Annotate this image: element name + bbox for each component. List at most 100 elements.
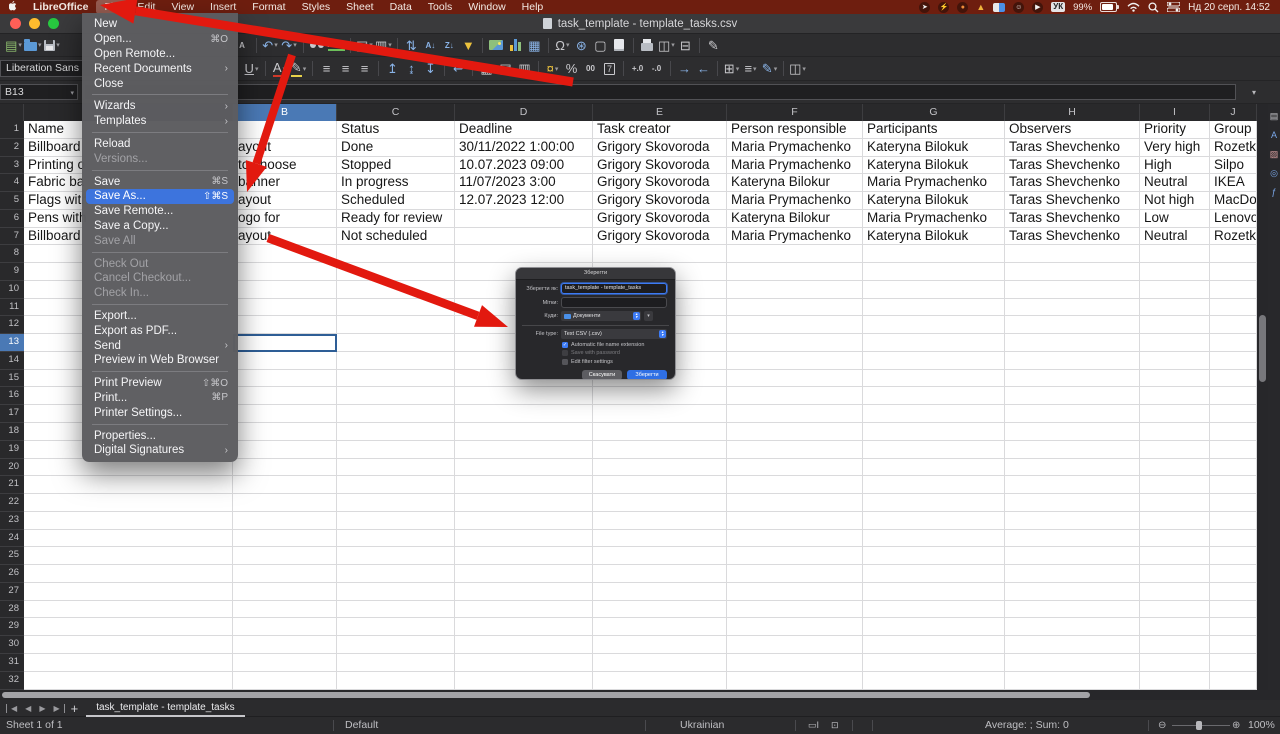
insert-chart-button[interactable] [507, 35, 524, 55]
cell-F27[interactable] [727, 583, 863, 601]
cell-F3[interactable]: Maria Prymachenko [727, 157, 863, 175]
cell-C3[interactable]: Stopped [337, 157, 455, 175]
row-header-2[interactable]: 2 [0, 139, 24, 157]
display-icon[interactable] [993, 3, 1005, 12]
cell-H11[interactable] [1005, 299, 1140, 317]
cell-F18[interactable] [727, 423, 863, 441]
cell-A29[interactable] [24, 618, 233, 636]
cell-J9[interactable] [1210, 263, 1257, 281]
column-header-D[interactable]: D [455, 104, 593, 121]
cell-E21[interactable] [593, 476, 727, 494]
cell-B26[interactable] [233, 565, 337, 583]
sort-descending-button[interactable]: Z↓ [441, 35, 458, 55]
cell-G21[interactable] [863, 476, 1005, 494]
cell-B30[interactable] [233, 636, 337, 654]
cell-H9[interactable] [1005, 263, 1140, 281]
align-top-button[interactable]: ↥ [384, 59, 401, 79]
headers-footers-button[interactable] [611, 35, 628, 55]
cell-E31[interactable] [593, 654, 727, 672]
cell-A21[interactable] [24, 476, 233, 494]
cell-G5[interactable]: Kateryna Bilokuk [863, 192, 1005, 210]
cell-F32[interactable] [727, 672, 863, 690]
cell-I2[interactable]: Very high [1140, 139, 1210, 157]
row-header-29[interactable]: 29 [0, 618, 24, 636]
cell-G28[interactable] [863, 601, 1005, 619]
cell-F12[interactable] [727, 316, 863, 334]
row-header-19[interactable]: 19 [0, 441, 24, 459]
cell-G1[interactable]: Participants [863, 121, 1005, 139]
sort-button[interactable]: ⇅ [403, 35, 420, 55]
conditional-formatting-button[interactable]: ◫▾ [789, 59, 806, 79]
cell-C8[interactable] [337, 245, 455, 263]
cell-G32[interactable] [863, 672, 1005, 690]
cell-I20[interactable] [1140, 459, 1210, 477]
highlight-color-button[interactable]: ✎▾ [290, 59, 307, 79]
menubar-item-help[interactable]: Help [514, 0, 552, 14]
cell-D30[interactable] [455, 636, 593, 654]
cell-D7[interactable] [455, 228, 593, 246]
cell-E25[interactable] [593, 547, 727, 565]
column-header-B[interactable]: B [233, 104, 337, 121]
previous-sheet-button[interactable]: ◀ [21, 704, 35, 713]
cell-E22[interactable] [593, 494, 727, 512]
row-header-3[interactable]: 3 [0, 157, 24, 175]
cell-H29[interactable] [1005, 618, 1140, 636]
gallery-deck-icon[interactable]: ▨ [1270, 150, 1279, 159]
cell-I30[interactable] [1140, 636, 1210, 654]
cell-F6[interactable]: Kateryna Bilokur [727, 210, 863, 228]
cell-F23[interactable] [727, 512, 863, 530]
insert-mode-icon[interactable]: ▭I [808, 717, 819, 734]
cell-A23[interactable] [24, 512, 233, 530]
cell-E23[interactable] [593, 512, 727, 530]
cell-J25[interactable] [1210, 547, 1257, 565]
menubar-item-format[interactable]: Format [244, 0, 293, 14]
cell-E18[interactable] [593, 423, 727, 441]
cell-B24[interactable] [233, 530, 337, 548]
cell-C4[interactable]: In progress [337, 174, 455, 192]
pivot-table-button[interactable]: ▦ [526, 35, 543, 55]
cell-D16[interactable] [455, 387, 593, 405]
minimize-window-button[interactable] [29, 18, 40, 29]
undo-button[interactable]: ↶▾ [262, 35, 279, 55]
cell-G10[interactable] [863, 281, 1005, 299]
cell-C7[interactable]: Not scheduled [337, 228, 455, 246]
cell-I16[interactable] [1140, 387, 1210, 405]
cell-B14[interactable] [233, 352, 337, 370]
cell-H12[interactable] [1005, 316, 1140, 334]
cell-F28[interactable] [727, 601, 863, 619]
autofilter-button[interactable]: ▼ [460, 35, 477, 55]
row-header-23[interactable]: 23 [0, 512, 24, 530]
new-document-button[interactable]: ▤▾ [5, 35, 22, 55]
align-center-button[interactable]: ≡ [337, 59, 354, 79]
cell-I11[interactable] [1140, 299, 1210, 317]
align-left-button[interactable]: ≡ [318, 59, 335, 79]
format-number-button[interactable]: 00 [582, 59, 599, 79]
menubar-item-insert[interactable]: Insert [202, 0, 244, 14]
menubar-item-window[interactable]: Window [460, 0, 513, 14]
cell-D20[interactable] [455, 459, 593, 477]
column-header-H[interactable]: H [1005, 104, 1140, 121]
borders-button[interactable]: ⊞▾ [723, 59, 740, 79]
file-menu-item-export[interactable]: Export... [86, 309, 234, 324]
battery-icon[interactable] [1100, 2, 1117, 12]
cell-J6[interactable]: Lenovo [1210, 210, 1257, 228]
cell-G16[interactable] [863, 387, 1005, 405]
cell-F19[interactable] [727, 441, 863, 459]
add-decimal-button[interactable]: +.0 [629, 59, 646, 79]
cell-A24[interactable] [24, 530, 233, 548]
cell-J21[interactable] [1210, 476, 1257, 494]
row-header-15[interactable]: 15 [0, 370, 24, 388]
cell-D27[interactable] [455, 583, 593, 601]
cell-B4[interactable]: banner [233, 174, 337, 192]
navigator-deck-icon[interactable]: ◎ [1270, 169, 1278, 178]
cell-D5[interactable]: 12.07.2023 12:00 [455, 192, 593, 210]
cell-G3[interactable]: Kateryna Bilokuk [863, 157, 1005, 175]
row-header-22[interactable]: 22 [0, 494, 24, 512]
cell-C25[interactable] [337, 547, 455, 565]
page-style[interactable]: Default [345, 717, 378, 734]
cell-G30[interactable] [863, 636, 1005, 654]
cell-G9[interactable] [863, 263, 1005, 281]
cell-H24[interactable] [1005, 530, 1140, 548]
cell-J1[interactable]: Group [1210, 121, 1257, 139]
cell-J12[interactable] [1210, 316, 1257, 334]
